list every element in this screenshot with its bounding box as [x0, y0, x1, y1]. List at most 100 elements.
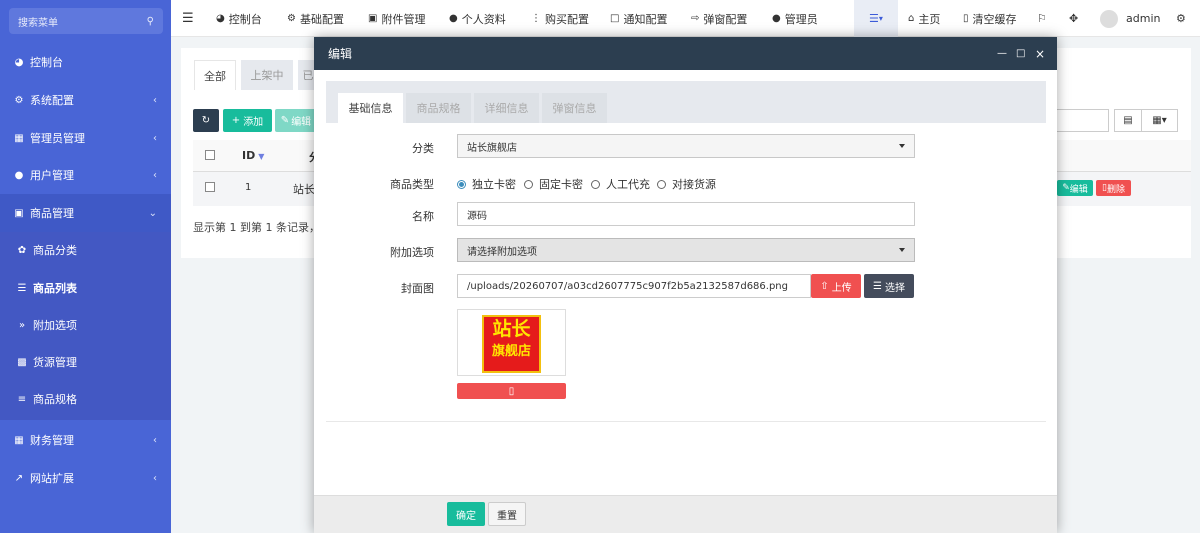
row-checkbox[interactable]	[205, 182, 215, 192]
columns-icon[interactable]: ▦▾	[1142, 109, 1178, 132]
add-button[interactable]: + 添加	[223, 109, 272, 132]
cog-icon: ⚙	[287, 13, 296, 24]
extra-options-label: 附加选项	[390, 246, 434, 259]
top-nav-profile[interactable]: ● 个人资料	[449, 0, 506, 37]
user-menu[interactable]: admin	[1100, 0, 1160, 37]
sidebar-item-supply[interactable]: ▩ 货源管理	[0, 343, 171, 381]
bolt-icon: ⇨	[691, 13, 700, 24]
upload-button[interactable]: ⇧ 上传	[811, 274, 861, 298]
top-clear-cache[interactable]: ▯ 清空缓存	[963, 0, 1017, 37]
name-label: 名称	[412, 210, 434, 223]
select-all-checkbox[interactable]	[205, 150, 215, 160]
modal-title: 编辑	[328, 47, 353, 61]
name-input[interactable]: 源码	[457, 202, 915, 226]
top-nav-basic-config[interactable]: ⚙ 基础配置	[287, 0, 344, 37]
top-nav-dashboard[interactable]: ◕ 控制台	[216, 0, 262, 37]
sidebar-item-products[interactable]: ▣ 商品管理 ⌄	[0, 194, 171, 232]
sidebar-item-extensions[interactable]: ↗ 网站扩展 ‹	[0, 459, 171, 497]
multi-tab-toggle[interactable]: ☰ ▾	[854, 0, 898, 37]
menu-search-placeholder: 搜索菜单	[18, 17, 58, 29]
sitemap-icon: ▩	[17, 356, 27, 368]
top-nav-notify-config[interactable]: □ 通知配置	[610, 0, 667, 37]
dashboard-icon: ◕	[14, 56, 24, 68]
user-icon: ●	[14, 169, 24, 181]
pencil-icon: ✎	[1062, 183, 1070, 193]
list-icon: ☰	[17, 282, 27, 294]
language-icon[interactable]: ⚐	[1037, 0, 1047, 37]
leaf-icon: ✿	[17, 244, 27, 256]
column-id[interactable]: ID ▼	[242, 149, 264, 162]
modal-header: 编辑	[314, 37, 1057, 70]
row-category: 站长	[293, 183, 315, 196]
edit-button[interactable]: ✎ 编辑	[275, 109, 317, 132]
table-search-input[interactable]	[1057, 109, 1109, 132]
toggle-view-icon[interactable]: ▤	[1114, 109, 1142, 132]
double-angle-icon: »	[18, 319, 26, 331]
cover-logo-image: 站长 旗舰店	[482, 315, 541, 373]
sidebar: 搜索菜单 ⚲ ◕ 控制台 ⚙ 系统配置 ‹ ▦ 管理员管理 ‹ ● 用户管理 ‹ ▣ 商品管理 ⌄…	[0, 0, 171, 533]
ellipsis-icon: ⋮	[531, 13, 541, 24]
avatar	[1100, 9, 1118, 28]
sidebar-item-product-category[interactable]: ✿ 商品分类	[0, 231, 171, 269]
maximize-icon[interactable]: □	[1016, 37, 1025, 70]
cover-path-input[interactable]: /uploads/20260707/a03cd2607775c907f2b5a2…	[457, 274, 811, 298]
top-home[interactable]: ⌂ 主页	[908, 0, 940, 37]
pencil-icon: ✎	[280, 115, 290, 126]
sidebar-item-extra-options[interactable]: » 附加选项	[0, 306, 171, 344]
top-nav-attachments[interactable]: ▣ 附件管理	[368, 0, 425, 37]
top-nav-popup-config[interactable]: ⇨ 弹窗配置	[691, 0, 747, 37]
row-delete-button[interactable]: ▯ 删除	[1096, 180, 1131, 196]
refresh-button[interactable]: ↻	[193, 109, 219, 132]
sidebar-item-admin[interactable]: ▦ 管理员管理 ‹	[0, 119, 171, 157]
extra-options-select[interactable]: 请选择附加选项	[457, 238, 915, 262]
menu-toggle-icon[interactable]: ☰	[182, 0, 194, 37]
confirm-button[interactable]: 确定	[447, 502, 485, 526]
sidebar-item-users[interactable]: ● 用户管理 ‹	[0, 156, 171, 194]
image-icon: ▣	[368, 13, 378, 24]
chevron-left-icon: ‹	[153, 132, 157, 144]
chevron-left-icon: ‹	[153, 472, 157, 484]
settings-icon[interactable]: ⚙	[1176, 0, 1186, 37]
dashboard-icon: ◕	[216, 13, 225, 24]
minimize-icon[interactable]: —	[997, 37, 1007, 70]
fullscreen-icon[interactable]: ✥	[1069, 0, 1078, 37]
menu-search[interactable]: 搜索菜单 ⚲	[9, 8, 163, 34]
sidebar-item-product-list[interactable]: ☰ 商品列表	[0, 269, 171, 307]
cart-icon: ▣	[14, 207, 24, 219]
sidebar-item-finance[interactable]: ▦ 财务管理 ‹	[0, 421, 171, 459]
refresh-icon: ↻	[201, 115, 211, 126]
trash-icon: ▯	[963, 13, 969, 24]
row-edit-button[interactable]: ✎ 编辑	[1057, 180, 1093, 196]
type-radio-docking[interactable]: 对接货源	[657, 176, 716, 192]
user-icon: ●	[772, 13, 781, 24]
tab-all[interactable]: 全部	[194, 60, 236, 90]
category-label: 分类	[412, 142, 434, 155]
trash-icon: ▯	[508, 385, 515, 397]
type-radio-manual[interactable]: 人工代充	[591, 176, 650, 192]
sidebar-item-system-config[interactable]: ⚙ 系统配置 ‹	[0, 81, 171, 119]
type-radio-fixed[interactable]: 固定卡密	[524, 176, 583, 192]
tab-popup-info[interactable]: 弹窗信息	[542, 93, 607, 123]
list-icon: ☰	[869, 12, 879, 25]
tab-basic-info[interactable]: 基础信息	[338, 93, 403, 123]
close-icon[interactable]: ×	[1035, 37, 1045, 70]
category-select[interactable]: 站长旗舰店	[457, 134, 915, 158]
top-nav-admin[interactable]: ● 管理员	[772, 0, 818, 37]
external-link-icon: ↗	[14, 472, 24, 484]
topbar: ☰ ◕ 控制台 ⚙ 基础配置 ▣ 附件管理 ● 个人资料 ⋮ 购买配置 □ 通知配置 ⇨ 弹窗…	[171, 0, 1200, 37]
sidebar-item-dashboard[interactable]: ◕ 控制台	[0, 43, 171, 81]
home-icon: ⌂	[908, 13, 915, 24]
top-nav-purchase-config[interactable]: ⋮ 购买配置	[531, 0, 589, 37]
tab-detail-info[interactable]: 详细信息	[474, 93, 539, 123]
choose-button[interactable]: ☰ 选择	[864, 274, 914, 298]
sidebar-item-specs[interactable]: ≡ 商品规格	[0, 380, 171, 418]
tab-product-specs[interactable]: 商品规格	[406, 93, 471, 123]
reset-button[interactable]: 重置	[488, 502, 526, 526]
cogs-icon: ⚙	[14, 94, 24, 106]
delete-cover-button[interactable]: ▯	[457, 383, 566, 399]
tab-on-sale[interactable]: 上架中	[241, 60, 293, 90]
cover-thumbnail: 站长 旗舰店	[457, 309, 566, 376]
windows-icon: ▦	[14, 132, 24, 144]
row-id: 1	[245, 182, 252, 193]
type-radio-independent[interactable]: 独立卡密	[457, 176, 516, 192]
